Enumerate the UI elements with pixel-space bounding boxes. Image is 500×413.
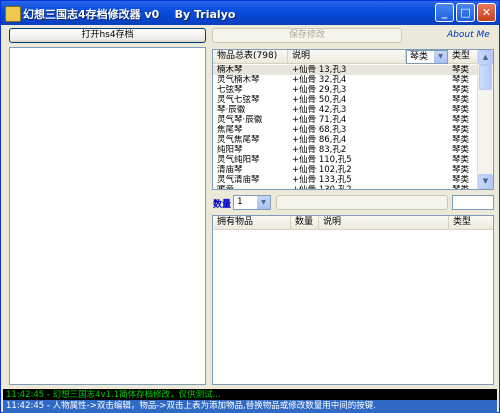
col-owned-description[interactable]: 说明	[319, 216, 449, 229]
item-name: 嗜童	[217, 185, 235, 190]
table-row[interactable]: 灵气清庙琴 +仙骨 133,孔5 琴类	[213, 175, 479, 185]
item-name: 灵气楠木琴	[217, 75, 260, 85]
item-description: +仙骨 133,孔5	[292, 175, 352, 185]
table-row[interactable]: 灵气焦尾琴 +仙骨 86,孔4 琴类	[213, 135, 479, 145]
item-description: +仙骨 68,孔3	[292, 125, 347, 135]
modify-quantity-button[interactable]	[276, 195, 448, 210]
item-name: 焦尾琴	[217, 125, 243, 135]
item-type: 琴类	[452, 135, 470, 145]
table-row[interactable]: 纯阳琴 +仙骨 83,孔2 琴类	[213, 145, 479, 155]
item-name: 纯阳琴	[217, 145, 243, 155]
item-type: 琴类	[452, 155, 470, 165]
item-name: 琴·辰徽	[217, 105, 246, 115]
minimize-button[interactable]: _	[435, 3, 454, 22]
item-name: 清庙琴	[217, 165, 243, 175]
chevron-down-icon: ▼	[257, 196, 270, 209]
table-row[interactable]: 清庙琴 +仙骨 102,孔2 琴类	[213, 165, 479, 175]
window-title: 幻想三国志4存档修改器 v0 By Trialyo	[23, 8, 236, 21]
app-window: 幻想三国志4存档修改器 v0 By Trialyo _ □ ✕ 打开hs4存档 …	[0, 0, 500, 413]
item-type: 琴类	[452, 125, 470, 135]
item-type: 琴类	[452, 75, 470, 85]
item-description: +仙骨 130,孔2	[292, 185, 352, 190]
item-description: +仙骨 42,孔3	[292, 105, 347, 115]
type-filter-value: 琴类	[410, 52, 429, 62]
item-name: 七弦琴	[217, 85, 243, 95]
item-name: 楠木琴	[217, 65, 243, 75]
scroll-down-arrow[interactable]: ▼	[478, 174, 493, 189]
table-row[interactable]: 灵气纯阳琴 +仙骨 110,孔5 琴类	[213, 155, 479, 165]
item-type: 琴类	[452, 105, 470, 115]
type-filter-select[interactable]: 琴类 ▼	[406, 50, 448, 64]
col-owned-type[interactable]: 类型	[449, 216, 493, 229]
save-changes-button[interactable]: 保存修改	[212, 28, 402, 43]
item-type: 琴类	[452, 95, 470, 105]
col-description[interactable]: 说明	[288, 50, 406, 63]
items-scrollbar[interactable]: ▲ ▼	[477, 50, 493, 189]
owned-table-header: 拥有物品 数量 说明 类型	[213, 216, 493, 230]
quantity-value: 1	[237, 197, 243, 207]
item-name: 灵气清庙琴	[217, 175, 260, 185]
maximize-icon: □	[460, 6, 471, 19]
owned-items-table[interactable]: 拥有物品 数量 说明 类型	[212, 215, 494, 385]
item-description: +仙骨 86,孔4	[292, 135, 347, 145]
table-row[interactable]: 灵气楠木琴 +仙骨 32,孔4 琴类	[213, 75, 479, 85]
item-id-field[interactable]	[452, 195, 494, 210]
table-row[interactable]: 灵气七弦琴 +仙骨 50,孔4 琴类	[213, 95, 479, 105]
table-row[interactable]: 琴·辰徽 +仙骨 42,孔3 琴类	[213, 105, 479, 115]
item-name: 灵气纯阳琴	[217, 155, 260, 165]
table-row[interactable]: 嗜童 +仙骨 130,孔2 琴类	[213, 185, 479, 190]
item-description: +仙骨 29,孔3	[292, 85, 347, 95]
item-type: 琴类	[452, 185, 470, 190]
col-item-name[interactable]: 物品总表(798)	[213, 50, 288, 63]
app-icon	[5, 6, 21, 22]
item-description: +仙骨 83,孔2	[292, 145, 347, 155]
quantity-label: 数量	[213, 200, 232, 210]
item-description: +仙骨 102,孔2	[292, 165, 352, 175]
items-table[interactable]: 物品总表(798) 说明 类型 琴类 ▼ 楠木琴 +仙骨 13,孔3 琴类 灵气楠木琴…	[212, 49, 494, 190]
close-button[interactable]: ✕	[477, 3, 496, 22]
table-row[interactable]: 楠木琴 +仙骨 13,孔3 琴类	[213, 65, 479, 75]
item-description: +仙骨 71,孔4	[292, 115, 347, 125]
table-row[interactable]: 七弦琴 +仙骨 29,孔3 琴类	[213, 85, 479, 95]
open-save-button[interactable]: 打开hs4存档	[9, 28, 206, 43]
item-name: 灵气七弦琴	[217, 95, 260, 105]
chevron-down-icon: ▼	[434, 51, 447, 63]
item-description: +仙骨 13,孔3	[292, 65, 347, 75]
item-description: +仙骨 110,孔5	[292, 155, 352, 165]
item-type: 琴类	[452, 145, 470, 155]
item-type: 琴类	[452, 165, 470, 175]
quantity-select[interactable]: 1 ▼	[233, 195, 271, 210]
item-name: 灵气琴·辰徽	[217, 115, 263, 125]
item-name: 灵气焦尾琴	[217, 135, 260, 145]
title-bar[interactable]: 幻想三国志4存档修改器 v0 By Trialyo _ □ ✕	[1, 1, 499, 25]
item-type: 琴类	[452, 175, 470, 185]
scroll-up-arrow[interactable]: ▲	[478, 50, 493, 65]
close-icon: ✕	[481, 6, 492, 19]
scroll-thumb[interactable]	[479, 65, 492, 90]
col-quantity[interactable]: 数量	[291, 216, 319, 229]
status-line-2: 11:42:45 - 人物属性->双击编辑，物品->双击上表为添加物品,替换物品…	[3, 400, 497, 413]
item-description: +仙骨 32,孔4	[292, 75, 347, 85]
col-owned-item[interactable]: 拥有物品	[213, 216, 291, 229]
table-row[interactable]: 灵气琴·辰徽 +仙骨 71,孔4 琴类	[213, 115, 479, 125]
item-type: 琴类	[452, 115, 470, 125]
minimize-icon: _	[441, 6, 448, 19]
col-type[interactable]: 类型	[448, 50, 479, 63]
table-row[interactable]: 焦尾琴 +仙骨 68,孔3 琴类	[213, 125, 479, 135]
item-type: 琴类	[452, 65, 470, 75]
item-description: +仙骨 50,孔4	[292, 95, 347, 105]
about-link[interactable]: About Me	[447, 30, 490, 40]
maximize-button[interactable]: □	[456, 3, 475, 22]
item-type: 琴类	[452, 85, 470, 95]
character-attributes-panel[interactable]	[9, 47, 206, 385]
